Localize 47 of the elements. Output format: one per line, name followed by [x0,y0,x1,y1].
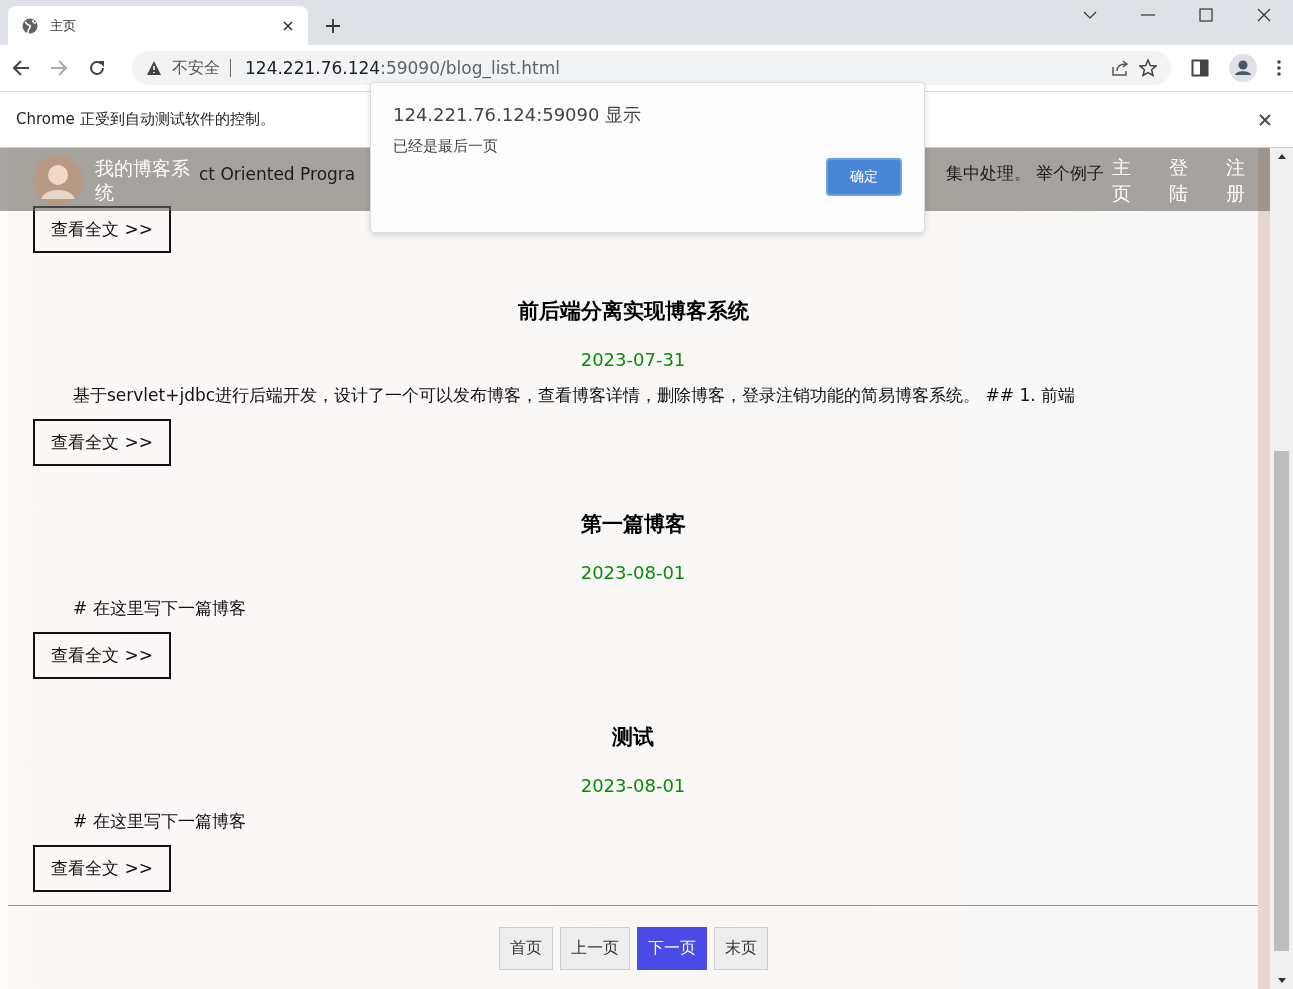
scroll-up-icon[interactable] [1277,154,1286,159]
article-date: 2023-08-01 [579,562,687,583]
dialog-message: 已经是最后一页 [393,137,499,156]
article-date: 2023-07-31 [579,349,687,370]
star-icon[interactable] [1139,59,1157,77]
menu-icon[interactable] [1277,59,1281,77]
article-title: 测试 [611,724,655,751]
page-button[interactable]: 末页 [713,927,768,970]
tab-title: 主页 [50,16,77,35]
scrollbar[interactable] [1270,148,1293,989]
page-button[interactable]: 首页 [498,927,553,970]
scroll-down-icon[interactable] [1277,978,1286,983]
page-button[interactable]: 上一页 [559,927,630,970]
page-button[interactable]: 下一页 [636,927,707,970]
site-title: 我的博客系统 [95,155,191,204]
article-summary: ct Oriented Progra [199,163,356,184]
article-title: 前后端分离实现博客系统 [516,298,750,325]
automation-notice: Chrome 正受到自动测试软件的控制。 [16,110,275,129]
dialog-title: 124.221.76.124:59090 显示 [393,103,643,127]
side-panel-icon[interactable] [1191,59,1209,77]
back-arrow-icon[interactable] [12,59,30,77]
ok-button[interactable]: 确定 [826,158,902,196]
article-summary: # 在这里写下一篇博客 [72,597,247,620]
url-text: 124.221.76.124:59090/blog_list.html [245,58,561,78]
read-more-button[interactable]: 查看全文 >> [33,632,171,679]
article-summary: # 在这里写下一篇博客 [72,810,247,833]
profile-icon[interactable] [1229,54,1257,82]
close-icon[interactable] [282,19,294,32]
close-icon[interactable] [1257,7,1271,22]
read-more-button[interactable]: 查看全文 >> [33,845,171,892]
plus-icon[interactable] [326,18,340,33]
article-title: 第一篇博客 [579,511,687,538]
article-date: 2023-08-01 [579,775,687,796]
avatar-icon [33,154,83,205]
address-bar[interactable]: 不安全 124.221.76.124:59090/blog_list.html [132,51,1171,85]
article-summary: 基于servlet+jdbc进行后端开发，设计了一个可以发布博客，查看博客详情，删除博客，登录注销功能的简易博客系统。 ## 1. 前端 [72,384,1077,407]
warning-icon [146,60,162,76]
globe-icon [22,17,38,34]
close-icon[interactable] [1259,113,1271,126]
read-more-button[interactable]: 查看全文 >> [33,419,171,466]
share-icon[interactable] [1111,59,1129,77]
read-more-button[interactable]: 查看全文 >> [33,206,171,253]
article-summary: 集中处理。 举个例子 [945,162,1104,185]
browser-tab[interactable]: 主页 [8,6,308,45]
reload-icon[interactable] [88,59,106,77]
security-label: 不安全 [172,57,220,79]
maximize-icon[interactable] [1199,7,1213,22]
